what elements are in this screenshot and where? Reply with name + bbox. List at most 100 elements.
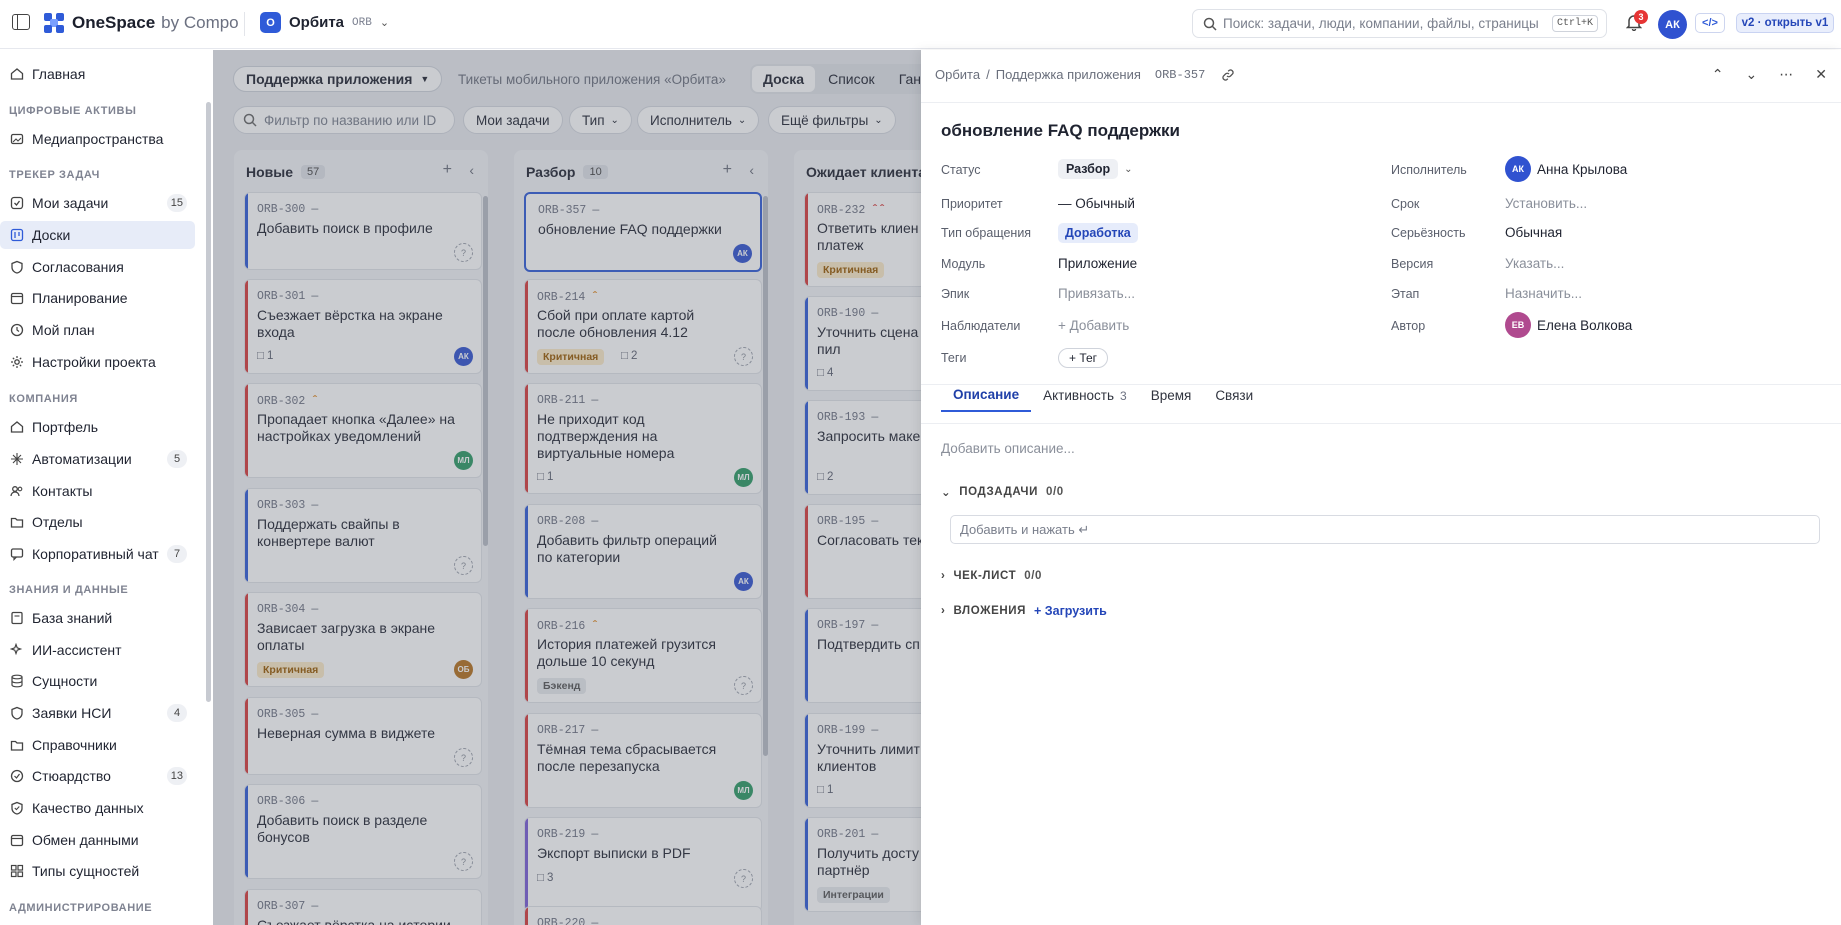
tab-label: Описание xyxy=(953,387,1020,402)
severity-value[interactable]: Обычная xyxy=(1505,225,1562,240)
notification-badge: 3 xyxy=(1634,10,1648,24)
sidebar-section-digital: ЦИФРОВЫЕ АКТИВЫ xyxy=(9,105,137,117)
chevron-down-icon: ⌄ xyxy=(379,17,390,29)
subtasks-section-toggle[interactable]: ⌄ ПОДЗАДАЧИ 0/0 xyxy=(941,485,1064,499)
global-search-input[interactable]: Поиск: задачи, люди, компании, файлы, ст… xyxy=(1192,9,1607,38)
chevron-down-icon: ⌄ xyxy=(1124,163,1133,175)
search-icon xyxy=(1203,17,1217,31)
sidebar-item-project-settings[interactable]: Настройки проекта xyxy=(0,348,195,376)
divider xyxy=(921,423,1841,424)
sidebar-item-stewardship[interactable]: Стюардство 13 xyxy=(0,762,195,790)
assignee-avatar: АК xyxy=(1505,156,1531,182)
kanban-icon xyxy=(10,228,24,242)
subtask-placeholder: Добавить и нажать ↵ xyxy=(960,521,1090,537)
count-badge: 15 xyxy=(166,194,187,212)
ticket-id: ORB-357 xyxy=(1154,67,1206,82)
sidebar-section-admin: АДМИНИСТРИРОВАНИЕ xyxy=(9,902,153,914)
user-avatar[interactable]: АК xyxy=(1658,10,1687,39)
sidebar-item-media[interactable]: Медиапространства xyxy=(0,125,195,153)
priority-value[interactable]: — Обычный xyxy=(1058,196,1135,211)
add-tag-button[interactable]: + Тег xyxy=(1058,348,1109,368)
due-value[interactable]: Установить... xyxy=(1505,196,1587,211)
sidebar-item-planning[interactable]: Планирование xyxy=(0,284,195,312)
tab-time[interactable]: Время xyxy=(1139,379,1204,412)
sidebar-item-approvals[interactable]: Согласования xyxy=(0,253,195,281)
sidebar-item-home[interactable]: Главная xyxy=(0,60,195,88)
sidebar-item-departments[interactable]: Отделы xyxy=(0,508,195,536)
sidebar-item-dictionaries[interactable]: Справочники xyxy=(0,731,195,759)
sidebar-item-my-plan[interactable]: Мой план xyxy=(0,316,195,344)
field-label-version: Версия xyxy=(1391,257,1434,271)
chevron-up-icon[interactable]: ⌃ xyxy=(1712,66,1724,83)
version-value[interactable]: Указать... xyxy=(1505,256,1564,271)
version-switch-button[interactable]: v2 · открыть v1 xyxy=(1736,13,1834,33)
sidebar-item-corporate-chat[interactable]: Корпоративный чат 7 xyxy=(0,540,195,568)
code-button[interactable]: </> xyxy=(1695,13,1725,33)
module-value[interactable]: Приложение xyxy=(1058,256,1137,271)
project-switcher[interactable]: О Орбита ORB ⌄ xyxy=(260,12,389,33)
sidebar-item-ai-assistant[interactable]: ИИ-ассистент xyxy=(0,636,195,664)
sidebar-item-nsi-requests[interactable]: Заявки НСИ 4 xyxy=(0,699,195,727)
calendar-icon xyxy=(10,834,24,847)
sidebar-item-boards[interactable]: Доски xyxy=(0,221,195,249)
sidebar-item-my-tasks[interactable]: Мои задачи 15 xyxy=(0,189,195,217)
sidebar-item-automations[interactable]: Автоматизации 5 xyxy=(0,445,195,473)
sidebar-item-label: Контакты xyxy=(32,483,93,499)
logo-mark-icon xyxy=(44,13,64,33)
section-label: ЧЕК-ЛИСТ xyxy=(953,570,1017,582)
type-select[interactable]: Доработка xyxy=(1058,223,1138,243)
tab-description[interactable]: Описание xyxy=(941,379,1032,412)
sidebar-item-entity-types[interactable]: Типы сущностей xyxy=(0,857,195,885)
status-pill: Разбор xyxy=(1058,159,1119,179)
description-editor[interactable]: Добавить описание... xyxy=(941,441,1075,456)
breadcrumb-project[interactable]: Орбита xyxy=(935,67,980,82)
image-icon xyxy=(10,133,24,145)
sidebar-item-contacts[interactable]: Контакты xyxy=(0,477,195,505)
link-icon[interactable] xyxy=(1221,68,1235,82)
sidebar-item-data-exchange[interactable]: Обмен данными xyxy=(0,826,195,854)
more-icon[interactable]: ⋯ xyxy=(1779,66,1793,83)
status-select[interactable]: Разбор ⌄ xyxy=(1058,159,1133,179)
subtask-input[interactable]: Добавить и нажать ↵ xyxy=(950,515,1820,544)
count-badge: 7 xyxy=(167,545,187,563)
panel-actions: ⌃ ⌄ ⋯ ✕ xyxy=(1712,66,1827,83)
sidebar-item-label: Типы сущностей xyxy=(32,863,140,879)
folder-icon xyxy=(10,517,24,528)
sidebar-item-entities[interactable]: Сущности xyxy=(0,667,195,695)
divider xyxy=(244,12,245,36)
sidebar-item-label: Отделы xyxy=(32,514,83,530)
sidebar-item-label: Стюардство xyxy=(32,768,111,784)
tab-links[interactable]: Связи xyxy=(1203,379,1265,412)
sidebar-toggle-icon[interactable] xyxy=(12,14,30,30)
sidebar-item-label: Портфель xyxy=(32,419,99,435)
app-logo[interactable]: OneSpace by Compo xyxy=(44,13,239,33)
upload-button[interactable]: + Загрузить xyxy=(1034,604,1107,618)
breadcrumb: Орбита / Поддержка приложения ORB-357 xyxy=(935,67,1235,82)
epic-value[interactable]: Привязать... xyxy=(1058,286,1135,301)
sidebar-scrollbar[interactable] xyxy=(206,102,211,702)
sidebar-section-tracker: ТРЕКЕР ЗАДАЧ xyxy=(9,169,100,181)
modal-overlay[interactable] xyxy=(213,50,921,925)
checklist-section-toggle[interactable]: › ЧЕК-ЛИСТ 0/0 xyxy=(941,570,1042,582)
ticket-detail-panel: Орбита / Поддержка приложения ORB-357 ⌃ … xyxy=(921,50,1841,925)
sidebar-item-knowledge-base[interactable]: База знаний xyxy=(0,604,195,632)
field-label-type: Тип обращения xyxy=(941,226,1032,240)
add-watcher-button[interactable]: + Добавить xyxy=(1058,318,1129,333)
breadcrumb-board[interactable]: Поддержка приложения xyxy=(996,67,1141,82)
attachments-section-toggle[interactable]: › ВЛОЖЕНИЯ + Загрузить xyxy=(941,604,1107,618)
app-vendor: by Compo xyxy=(161,13,239,32)
sidebar-item-data-quality[interactable]: Качество данных xyxy=(0,794,195,822)
sidebar-item-portfolio[interactable]: Портфель xyxy=(0,413,195,441)
count-badge: 13 xyxy=(166,767,187,785)
tab-activity[interactable]: Активность 3 xyxy=(1031,379,1139,412)
chevron-down-icon[interactable]: ⌄ xyxy=(1746,66,1758,83)
project-name: Орбита xyxy=(289,14,345,31)
stage-value[interactable]: Назначить... xyxy=(1505,286,1582,301)
close-icon[interactable]: ✕ xyxy=(1815,66,1827,83)
sidebar-section-company: КОМПАНИЯ xyxy=(9,393,78,405)
assignee-select[interactable]: АК Анна Крылова xyxy=(1505,156,1627,182)
chevron-down-icon: ⌄ xyxy=(941,487,952,499)
ticket-title[interactable]: обновление FAQ поддержки xyxy=(941,121,1180,141)
author-name: Елена Волкова xyxy=(1537,317,1633,333)
shield-check-icon xyxy=(11,706,23,720)
